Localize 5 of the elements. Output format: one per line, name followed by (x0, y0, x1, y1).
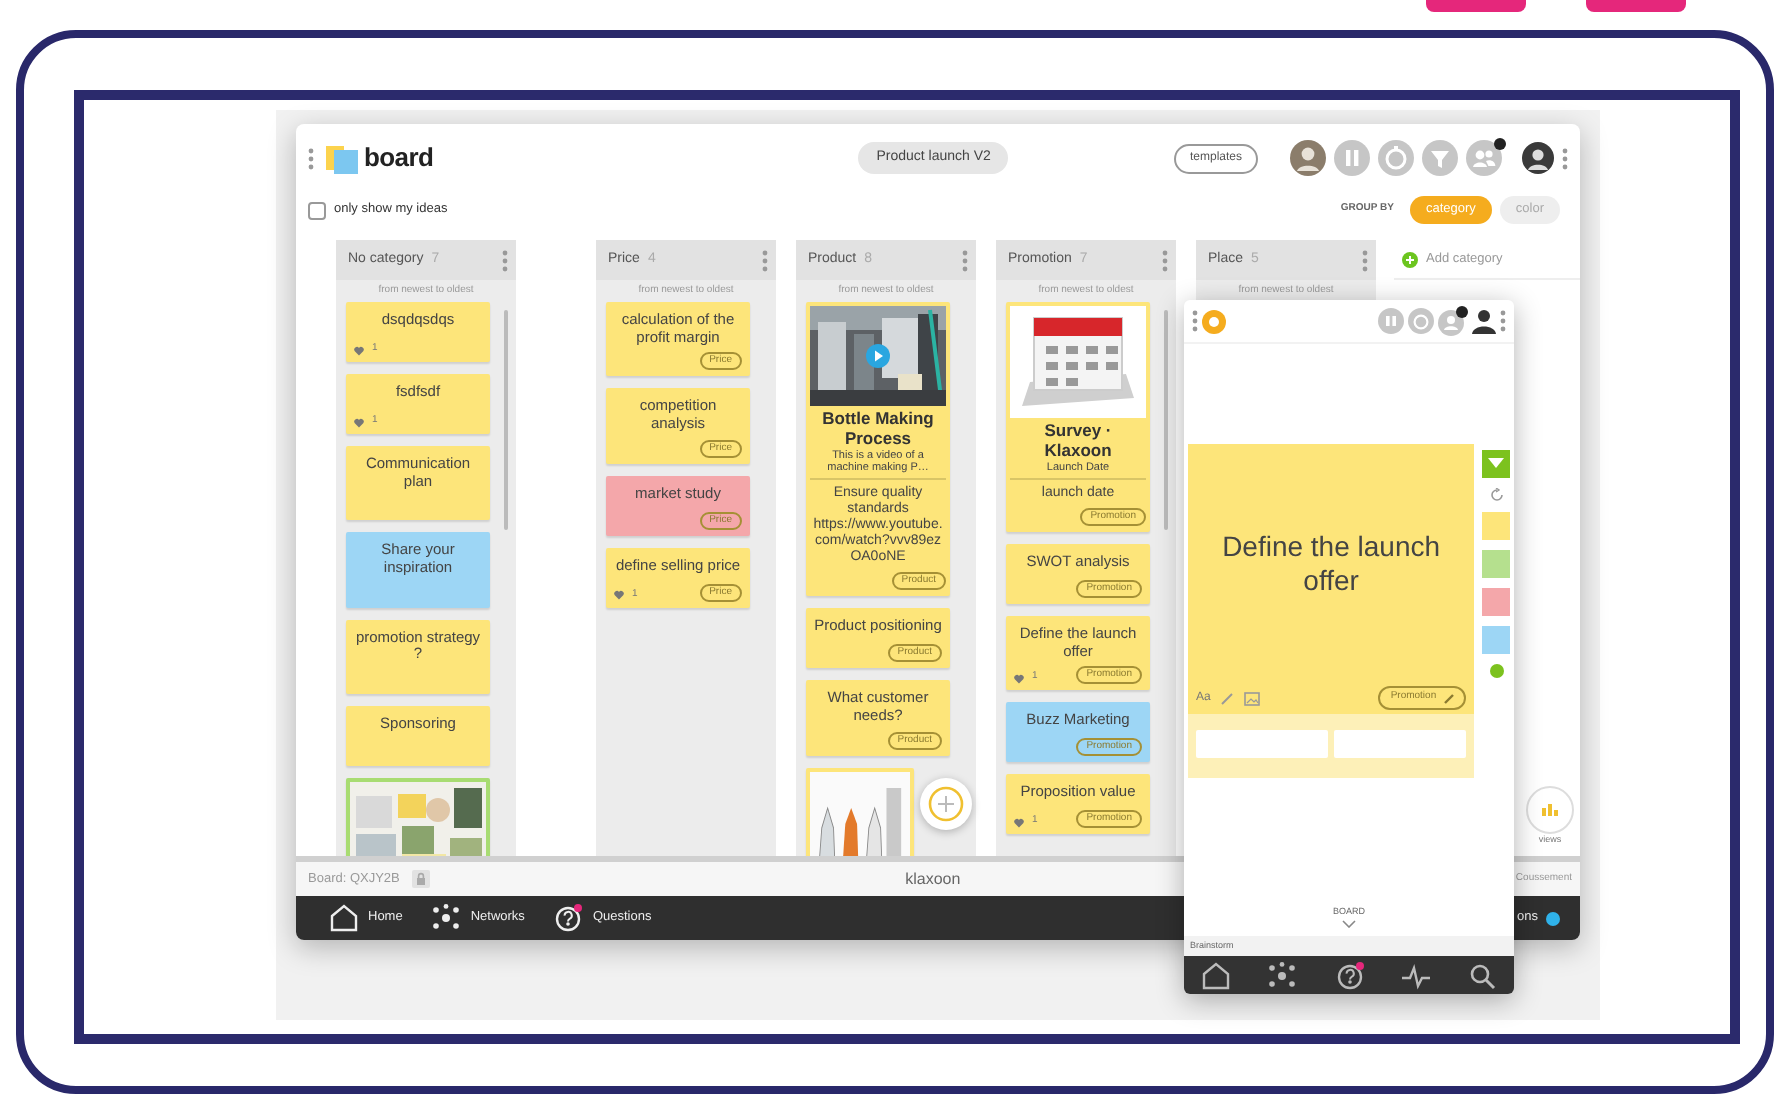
media-title: Survey · Klaxoon (1042, 422, 1114, 462)
idea-text: Define the launch offer (1220, 529, 1443, 597)
app-title: board (364, 140, 434, 177)
brand-name: klaxoon (905, 869, 961, 887)
media-title: Bottle Making Process (820, 410, 936, 450)
